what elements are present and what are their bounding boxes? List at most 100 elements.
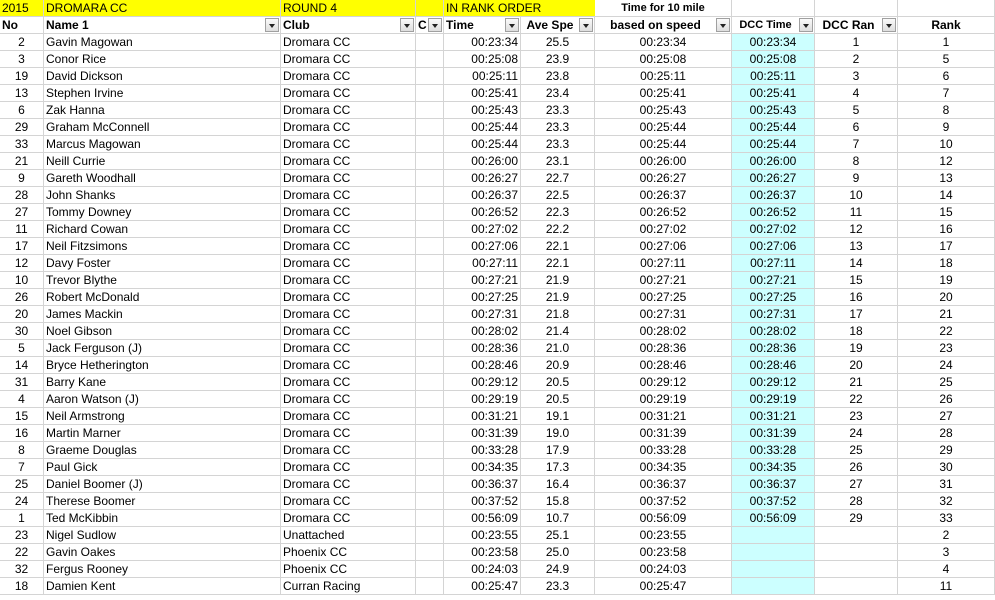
rank-cell[interactable]: 33	[898, 510, 995, 527]
rider-name-cell[interactable]: Gavin Magowan	[44, 34, 281, 51]
rider-name-cell[interactable]: Robert McDonald	[44, 289, 281, 306]
blank-cell[interactable]	[416, 255, 444, 272]
ave-speed-cell[interactable]: 23.3	[521, 119, 595, 136]
blank-cell[interactable]	[416, 34, 444, 51]
dcc-time-cell[interactable]: 00:25:44	[732, 136, 815, 153]
dcc-rank-cell[interactable]: 29	[815, 510, 898, 527]
dcc-time-cell[interactable]: 00:31:39	[732, 425, 815, 442]
ave-speed-cell[interactable]: 17.3	[521, 459, 595, 476]
header-club[interactable]: Club	[281, 17, 416, 34]
based-time-cell[interactable]: 00:29:12	[595, 374, 732, 391]
dcc-rank-cell[interactable]: 9	[815, 170, 898, 187]
rank-cell[interactable]: 6	[898, 68, 995, 85]
blank-cell[interactable]	[732, 0, 815, 17]
based-time-cell[interactable]: 00:25:08	[595, 51, 732, 68]
rank-cell[interactable]: 4	[898, 561, 995, 578]
rank-cell[interactable]: 27	[898, 408, 995, 425]
rider-number-cell[interactable]: 4	[0, 391, 44, 408]
rider-club-cell[interactable]: Dromara CC	[281, 391, 416, 408]
time-cell[interactable]: 00:25:08	[444, 51, 521, 68]
dcc-rank-cell[interactable]: 14	[815, 255, 898, 272]
rider-number-cell[interactable]: 24	[0, 493, 44, 510]
based-time-cell[interactable]: 00:37:52	[595, 493, 732, 510]
time-cell[interactable]: 00:28:02	[444, 323, 521, 340]
blank-cell[interactable]	[416, 323, 444, 340]
rank-cell[interactable]: 5	[898, 51, 995, 68]
rank-cell[interactable]: 23	[898, 340, 995, 357]
dcc-time-cell[interactable]: 00:27:11	[732, 255, 815, 272]
rank-cell[interactable]: 25	[898, 374, 995, 391]
blank-cell[interactable]	[416, 493, 444, 510]
rider-number-cell[interactable]: 30	[0, 323, 44, 340]
dcc-rank-cell[interactable]: 23	[815, 408, 898, 425]
blank-cell[interactable]	[416, 289, 444, 306]
dcc-rank-cell[interactable]	[815, 544, 898, 561]
based-time-cell[interactable]: 00:23:58	[595, 544, 732, 561]
dcc-time-cell[interactable]: 00:36:37	[732, 476, 815, 493]
rider-number-cell[interactable]: 23	[0, 527, 44, 544]
filter-dropdown-icon[interactable]	[400, 18, 414, 32]
header-dcc-time[interactable]: DCC Time	[732, 17, 815, 34]
based-time-cell[interactable]: 00:25:44	[595, 136, 732, 153]
dcc-time-cell[interactable]	[732, 527, 815, 544]
rider-number-cell[interactable]: 16	[0, 425, 44, 442]
rank-cell[interactable]: 9	[898, 119, 995, 136]
rider-name-cell[interactable]: Richard Cowan	[44, 221, 281, 238]
rank-cell[interactable]: 15	[898, 204, 995, 221]
rider-name-cell[interactable]: Gavin Oakes	[44, 544, 281, 561]
rank-cell[interactable]: 19	[898, 272, 995, 289]
based-time-cell[interactable]: 00:34:35	[595, 459, 732, 476]
time-cell[interactable]: 00:27:21	[444, 272, 521, 289]
dcc-time-cell[interactable]	[732, 544, 815, 561]
dcc-time-cell[interactable]: 00:26:27	[732, 170, 815, 187]
ave-speed-cell[interactable]: 25.5	[521, 34, 595, 51]
ave-speed-cell[interactable]: 25.0	[521, 544, 595, 561]
dcc-time-cell[interactable]: 00:29:19	[732, 391, 815, 408]
dcc-rank-cell[interactable]: 24	[815, 425, 898, 442]
blank-cell[interactable]	[416, 391, 444, 408]
based-time-cell[interactable]: 00:26:52	[595, 204, 732, 221]
ave-speed-cell[interactable]: 19.0	[521, 425, 595, 442]
rider-club-cell[interactable]: Dromara CC	[281, 425, 416, 442]
dcc-time-cell[interactable]: 00:28:02	[732, 323, 815, 340]
based-time-cell[interactable]: 00:31:21	[595, 408, 732, 425]
time-cell[interactable]: 00:25:44	[444, 136, 521, 153]
ave-speed-cell[interactable]: 23.3	[521, 136, 595, 153]
rider-club-cell[interactable]: Dromara CC	[281, 221, 416, 238]
rank-cell[interactable]: 7	[898, 85, 995, 102]
dcc-rank-cell[interactable]: 6	[815, 119, 898, 136]
ave-speed-cell[interactable]: 21.4	[521, 323, 595, 340]
dcc-time-cell[interactable]: 00:26:00	[732, 153, 815, 170]
header-based-on-speed[interactable]: based on speed	[595, 17, 732, 34]
time-cell[interactable]: 00:37:52	[444, 493, 521, 510]
blank-cell[interactable]	[416, 170, 444, 187]
rider-club-cell[interactable]: Dromara CC	[281, 459, 416, 476]
based-time-cell[interactable]: 00:33:28	[595, 442, 732, 459]
blank-cell[interactable]	[416, 527, 444, 544]
rider-number-cell[interactable]: 15	[0, 408, 44, 425]
rider-club-cell[interactable]: Phoenix CC	[281, 561, 416, 578]
dcc-rank-cell[interactable]: 3	[815, 68, 898, 85]
rider-name-cell[interactable]: James Mackin	[44, 306, 281, 323]
dcc-rank-cell[interactable]: 13	[815, 238, 898, 255]
rider-number-cell[interactable]: 26	[0, 289, 44, 306]
rider-name-cell[interactable]: Damien Kent	[44, 578, 281, 595]
blank-cell[interactable]	[416, 272, 444, 289]
filter-dropdown-icon[interactable]	[716, 18, 730, 32]
rank-cell[interactable]: 16	[898, 221, 995, 238]
blank-cell[interactable]	[416, 459, 444, 476]
time-cell[interactable]: 00:56:09	[444, 510, 521, 527]
blank-cell[interactable]	[416, 476, 444, 493]
blank-cell[interactable]	[416, 374, 444, 391]
time-cell[interactable]: 00:25:43	[444, 102, 521, 119]
club-title-cell[interactable]: DROMARA CC	[44, 0, 281, 17]
time-note-cell[interactable]: Time for 10 mile	[595, 0, 732, 17]
dcc-rank-cell[interactable]: 1	[815, 34, 898, 51]
dcc-rank-cell[interactable]: 12	[815, 221, 898, 238]
dcc-time-cell[interactable]: 00:25:08	[732, 51, 815, 68]
dcc-rank-cell[interactable]: 11	[815, 204, 898, 221]
blank-cell[interactable]	[416, 204, 444, 221]
blank-cell[interactable]	[416, 561, 444, 578]
header-name[interactable]: Name 1	[44, 17, 281, 34]
rider-club-cell[interactable]: Dromara CC	[281, 119, 416, 136]
